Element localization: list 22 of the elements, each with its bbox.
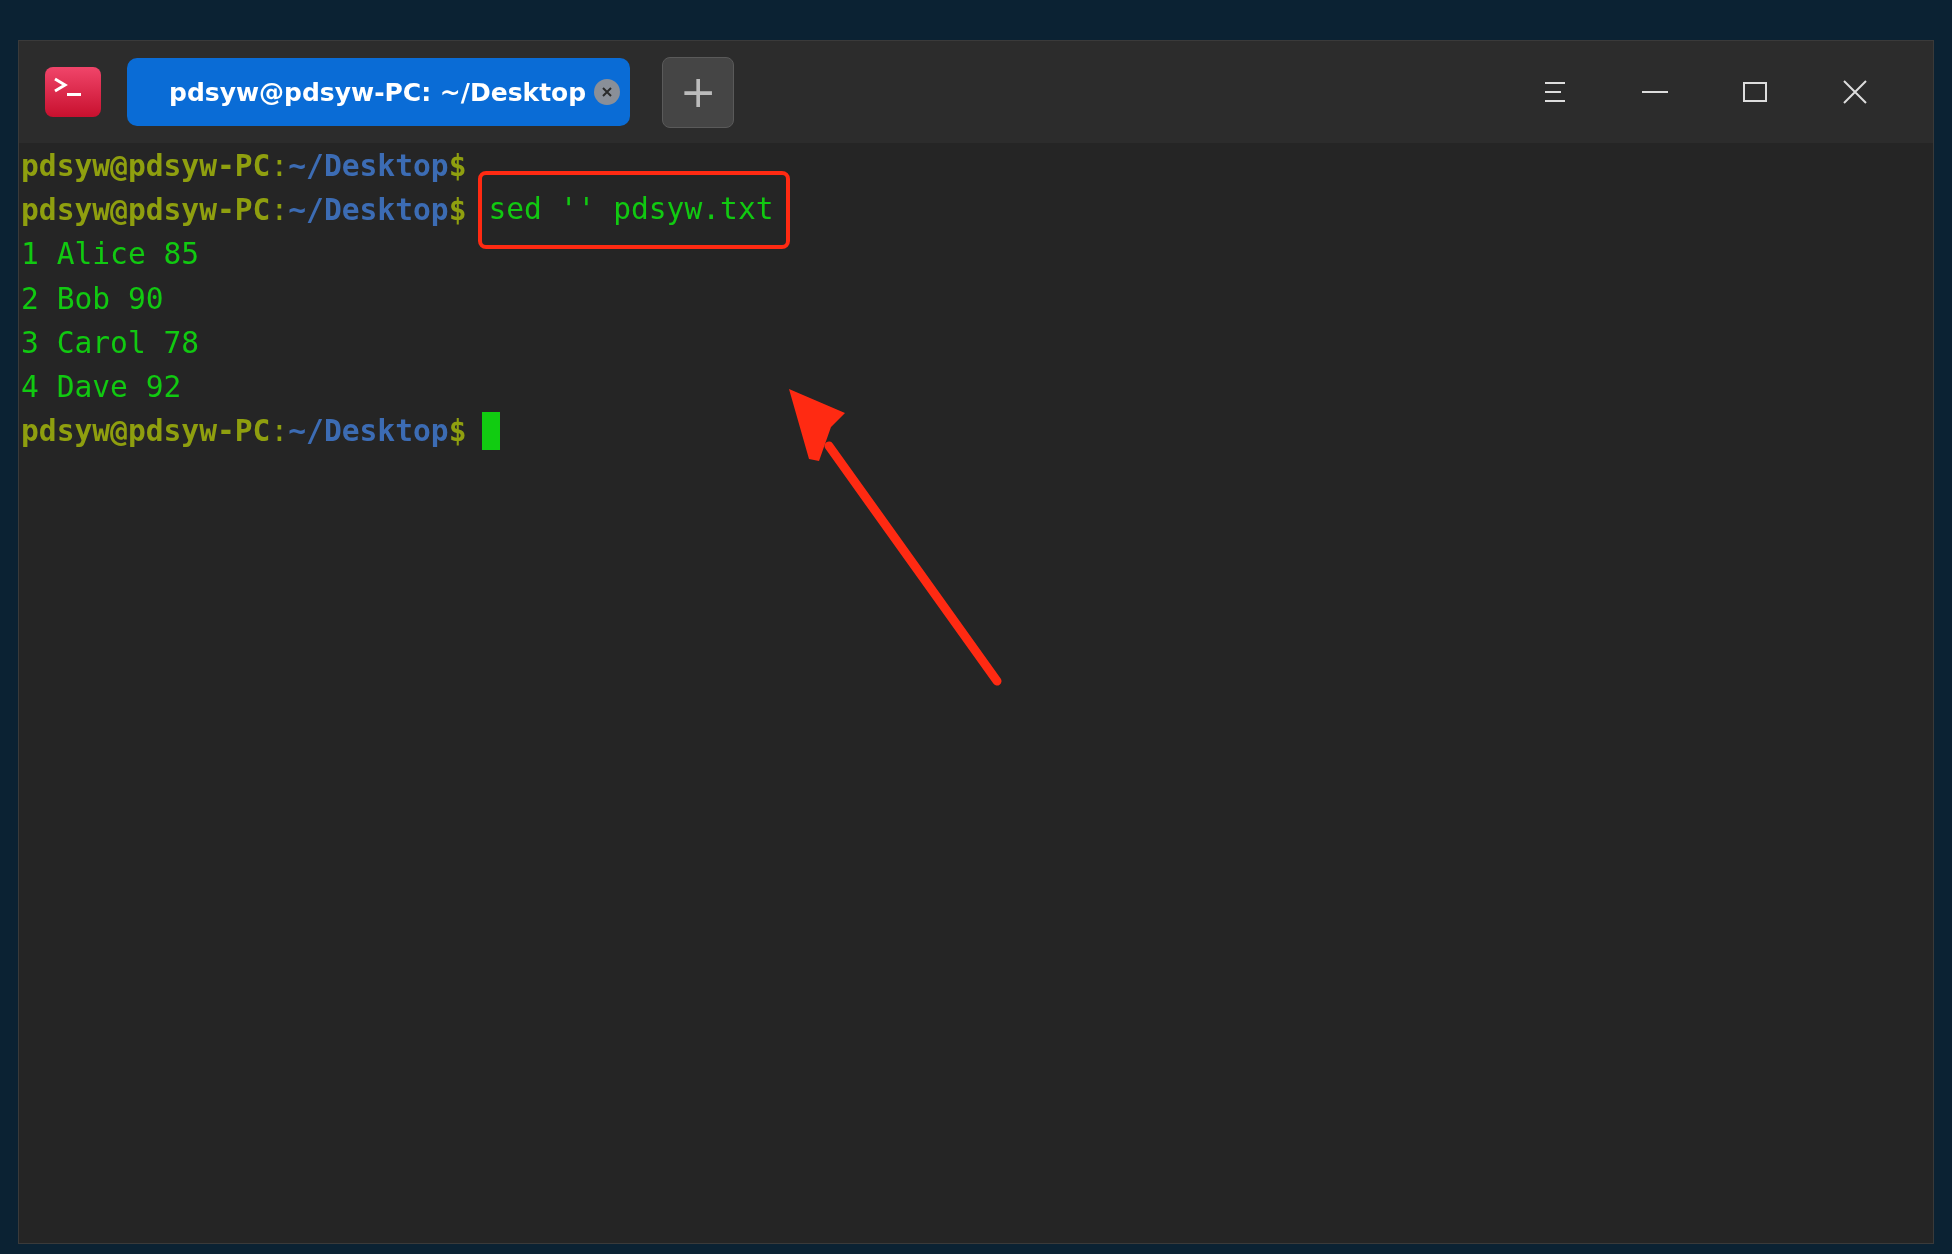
command-text: sed '' pdsyw.txt xyxy=(488,192,774,227)
output-text: 2 Bob 90 xyxy=(21,280,164,318)
prompt-symbol: $ xyxy=(448,413,467,451)
path-text: ~/Desktop xyxy=(288,192,449,230)
separator-text: : xyxy=(270,413,289,451)
close-icon[interactable] xyxy=(1841,78,1869,106)
new-tab-button[interactable]: + xyxy=(662,56,735,128)
terminal-icon[interactable] xyxy=(45,67,101,117)
path-text: ~/Desktop xyxy=(288,148,449,185)
user-host-text: pdsyw@pdsyw-PC xyxy=(21,413,271,451)
output-text: 3 Carol 78 xyxy=(21,324,200,362)
separator-text: : xyxy=(270,192,289,230)
output-text: 4 Dave 92 xyxy=(21,368,182,406)
close-icon[interactable] xyxy=(594,79,621,105)
terminal-tab[interactable]: pdsyw@pdsyw-PC: ~/Desktop xyxy=(127,58,631,126)
separator-text: : xyxy=(270,148,289,185)
prompt-symbol: $ xyxy=(448,148,467,185)
output-text: 1 Alice 85 xyxy=(21,236,200,274)
user-host-text: pdsyw@pdsyw-PC xyxy=(21,148,271,185)
prompt-symbol: $ xyxy=(448,192,467,230)
path-text: ~/Desktop xyxy=(288,413,449,451)
user-host-text: pdsyw@pdsyw-PC xyxy=(21,192,271,230)
